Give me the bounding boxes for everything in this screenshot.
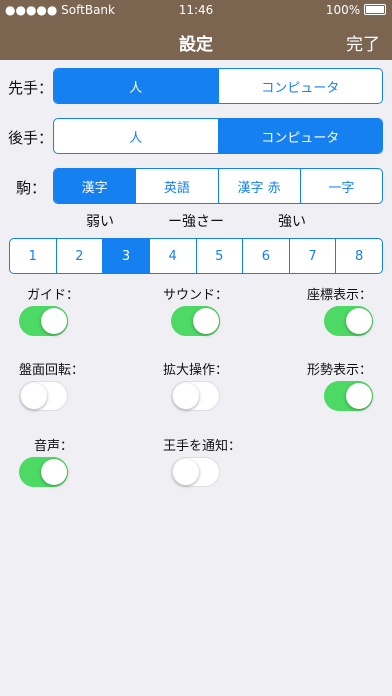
coordinates-label: 座標表示： xyxy=(307,288,373,303)
sound-label: サウンド： xyxy=(163,288,229,303)
koma-label: 駒： xyxy=(16,179,47,197)
coordinates-toggle[interactable] xyxy=(324,306,373,336)
voice-toggle[interactable] xyxy=(19,457,68,487)
strength-title-label: ー強さー xyxy=(168,214,224,230)
position-eval-toggle[interactable] xyxy=(324,381,373,411)
battery-icon xyxy=(364,4,386,15)
sente-label: 先手： xyxy=(8,79,54,97)
position-eval-label: 形勢表示： xyxy=(307,363,373,378)
zoom-operation-label: 拡大操作： xyxy=(163,363,229,378)
gote-option-computer[interactable]: コンピュータ xyxy=(217,119,382,153)
strength-level-5[interactable]: 5 xyxy=(195,239,243,273)
sente-segmented-control: 人 コンピュータ xyxy=(53,68,383,104)
sente-option-human[interactable]: 人 xyxy=(54,69,218,103)
battery-percent: 100% xyxy=(325,3,361,17)
strength-level-8[interactable]: 8 xyxy=(335,239,382,273)
zoom-operation-toggle[interactable] xyxy=(171,381,220,411)
guide-toggle-knob xyxy=(41,308,67,334)
koma-segmented-control: 漢字 英語 漢字 赤 一字 xyxy=(53,168,383,204)
gote-option-human[interactable]: 人 xyxy=(54,119,218,153)
guide-toggle[interactable] xyxy=(19,306,68,336)
strength-level-1[interactable]: 1 xyxy=(10,239,56,273)
board-rotate-toggle[interactable] xyxy=(19,381,68,411)
voice-label: 音声： xyxy=(34,439,74,454)
done-button[interactable]: 完了 xyxy=(346,30,380,55)
board-rotate-toggle-knob xyxy=(21,383,47,409)
strength-level-4[interactable]: 4 xyxy=(148,239,196,273)
koma-option-english[interactable]: 英語 xyxy=(135,169,217,203)
voice-toggle-knob xyxy=(41,459,67,485)
strength-level-6[interactable]: 6 xyxy=(242,239,289,273)
sente-option-computer[interactable]: コンピュータ xyxy=(217,69,383,103)
guide-label: ガイド： xyxy=(27,288,80,303)
strength-segmented-control: 1 2 3 4 5 6 7 8 xyxy=(9,238,383,274)
strength-weak-label: 弱い xyxy=(86,214,114,230)
gote-label: 後手： xyxy=(8,129,54,147)
koma-option-kanji[interactable]: 漢字 xyxy=(54,169,136,203)
check-notify-toggle[interactable] xyxy=(171,457,220,487)
check-notify-label: 王手を通知： xyxy=(163,439,242,454)
strength-level-3[interactable]: 3 xyxy=(102,239,149,273)
page-title: 設定 xyxy=(179,35,213,55)
koma-option-kanji-red[interactable]: 漢字 赤 xyxy=(217,169,300,203)
check-notify-toggle-knob xyxy=(173,459,199,485)
sound-toggle-knob xyxy=(193,308,219,334)
strength-level-2[interactable]: 2 xyxy=(55,239,103,273)
strength-level-7[interactable]: 7 xyxy=(288,239,336,273)
board-rotate-label: 盤面回転： xyxy=(19,363,85,378)
battery-indicator: 100% xyxy=(326,3,386,17)
gote-segmented-control: 人 コンピュータ xyxy=(53,118,383,154)
navigation-bar: 設定 完了 xyxy=(0,20,392,60)
coordinates-toggle-knob xyxy=(346,308,372,334)
strength-strong-label: 強い xyxy=(278,214,306,230)
zoom-operation-toggle-knob xyxy=(173,383,199,409)
koma-option-single-char[interactable]: 一字 xyxy=(299,169,382,203)
sound-toggle[interactable] xyxy=(171,306,220,336)
position-eval-toggle-knob xyxy=(346,383,372,409)
status-bar: ●●●●● SoftBank 11:46 100% xyxy=(0,0,392,20)
